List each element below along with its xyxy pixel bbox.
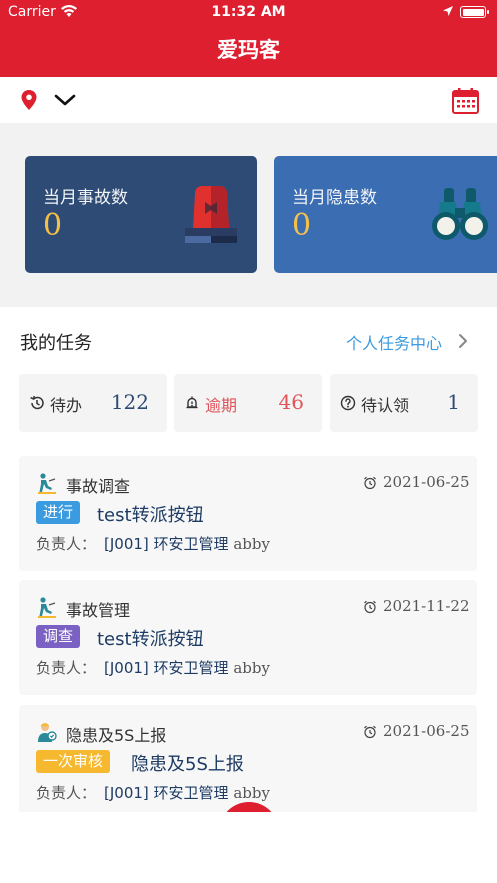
stat-label: 当月事故数 (43, 188, 128, 208)
section-title: 我的任务 (20, 333, 92, 354)
personal-task-center-link[interactable]: 个人任务中心 (346, 330, 442, 354)
bell-alert-icon (186, 396, 198, 409)
tab-count: 46 (278, 390, 304, 414)
owner-value: [J001] 环安卫管理 abby (104, 782, 270, 803)
history-icon (30, 395, 44, 410)
task-title: 隐患及5S上报 (131, 754, 244, 775)
owner-value: [J001] 环安卫管理 abby (104, 657, 270, 678)
battery-icon (460, 6, 489, 18)
bottom-area (0, 812, 497, 883)
tab-label: 逾期 (205, 396, 238, 415)
binoculars-icon (432, 188, 488, 240)
owner-label: 负责人： (36, 535, 97, 553)
task-type: 隐患及5S上报 (66, 726, 167, 745)
stat-value: 0 (43, 208, 63, 243)
clock-time: 11:32 AM (211, 4, 286, 20)
chevron-right-icon[interactable] (457, 333, 469, 349)
location-bar (0, 77, 497, 123)
question-circle-icon (340, 395, 356, 411)
page-title: 爱玛客 (0, 24, 497, 77)
hazard-report-icon (38, 723, 57, 742)
worker-investigation-icon (38, 473, 56, 494)
tab-overdue[interactable]: 逾期 46 (174, 374, 322, 432)
tab-todo[interactable]: 待办 122 (19, 374, 167, 432)
status-bar: Carrier 11:32 AM (0, 0, 497, 24)
task-type: 事故管理 (66, 601, 131, 620)
owner-user: abby (233, 659, 270, 677)
task-date: 2021-06-25 (383, 722, 470, 740)
status-badge: 调查 (36, 625, 81, 648)
worker-investigation-icon (38, 597, 56, 618)
tab-count: 122 (110, 390, 149, 414)
alarm-clock-icon (364, 725, 376, 739)
task-date: 2021-06-25 (383, 473, 470, 491)
status-badge: 一次审核 (36, 750, 111, 773)
task-card[interactable]: 隐患及5S上报 2021-06-25 一次审核 隐患及5S上报 负责人： [J0… (19, 705, 477, 815)
task-type: 事故调查 (66, 477, 131, 496)
tab-label: 待办 (50, 396, 83, 415)
task-date: 2021-11-22 (383, 597, 470, 615)
owner-user: abby (233, 784, 270, 802)
chevron-down-icon[interactable] (54, 92, 76, 108)
tab-count: 1 (447, 390, 460, 414)
location-arrow-icon (443, 6, 453, 16)
owner-dept: [J001] 环安卫管理 (104, 784, 229, 802)
stats-carousel: 当月事故数 0 当月隐患数 0 (0, 123, 497, 307)
tab-label: 待认领 (361, 396, 410, 415)
stat-card-hazards[interactable]: 当月隐患数 0 (274, 156, 497, 273)
owner-dept: [J001] 环安卫管理 (104, 535, 229, 553)
alarm-clock-icon (364, 476, 376, 490)
owner-user: abby (233, 535, 270, 553)
task-card[interactable]: 事故调查 2021-06-25 进行 test转派按钮 负责人： [J001] … (19, 456, 477, 571)
owner-dept: [J001] 环安卫管理 (104, 659, 229, 677)
owner-label: 负责人： (36, 784, 97, 802)
task-card[interactable]: 事故管理 2021-11-22 调查 test转派按钮 负责人： [J001] … (19, 580, 477, 695)
stat-card-accidents[interactable]: 当月事故数 0 (25, 156, 257, 273)
calendar-icon[interactable] (452, 87, 479, 114)
stat-value: 0 (292, 208, 312, 243)
status-badge: 进行 (36, 501, 81, 524)
owner-label: 负责人： (36, 659, 97, 677)
tab-unclaimed[interactable]: 待认领 1 (330, 374, 478, 432)
owner-value: [J001] 环安卫管理 abby (104, 533, 270, 554)
alarm-siren-icon (185, 186, 237, 243)
alarm-clock-icon (364, 600, 376, 614)
my-tasks-section: 我的任务 个人任务中心 待办 122 逾期 46 待认领 1 事故调查 2021… (0, 307, 497, 815)
task-title: test转派按钮 (97, 505, 204, 526)
location-pin-icon[interactable] (20, 89, 38, 111)
stat-label: 当月隐患数 (292, 188, 377, 208)
task-title: test转派按钮 (97, 629, 204, 650)
